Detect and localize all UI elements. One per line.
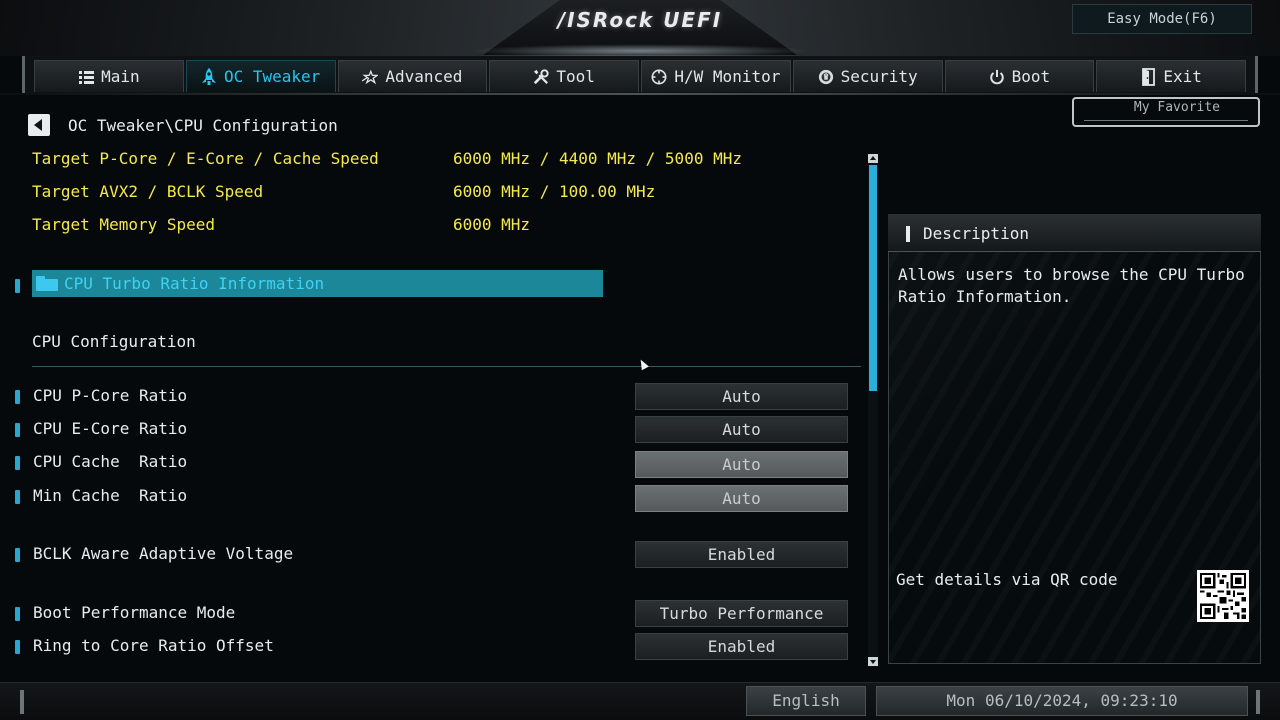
breadcrumb: OC Tweaker\CPU Configuration (68, 116, 338, 135)
folder-icon (36, 276, 58, 291)
my-favorite-button[interactable]: My Favorite (1072, 97, 1260, 127)
cpu-e-core-ratio-select[interactable]: Auto (635, 416, 848, 443)
cpu-p-core-ratio-select[interactable]: Auto (635, 383, 848, 410)
description-title: Description (923, 224, 1029, 243)
qr-code-icon (1197, 570, 1249, 622)
star-icon (362, 69, 379, 85)
tab-oc-tweaker[interactable]: OC Tweaker (185, 60, 336, 92)
qr-label: Get details via QR code (896, 570, 1118, 589)
ring-to-core-ratio-offset-select[interactable]: Enabled (635, 633, 848, 660)
tab-boot-label: Boot (1011, 67, 1051, 86)
cpu-turbo-ratio-info-label: CPU Turbo Ratio Information (64, 274, 325, 293)
description-marker-icon (906, 226, 910, 242)
cpu-cache-ratio-select[interactable]: Auto (635, 451, 848, 478)
item-marker (15, 279, 20, 293)
setting-label: Min Cache Ratio (33, 486, 188, 505)
tab-main[interactable]: Main (34, 60, 184, 92)
tab-main-label: Main (101, 67, 140, 86)
scroll-down-arrow-icon[interactable] (868, 657, 878, 666)
setting-label: BCLK Aware Adaptive Voltage (33, 544, 294, 563)
item-marker (15, 548, 20, 562)
target-avx2-bclk-label: Target AVX2 / BCLK Speed (32, 182, 264, 201)
tab-advanced[interactable]: Advanced (337, 60, 488, 92)
tab-advanced-label: Advanced (385, 67, 463, 86)
tab-security[interactable]: Security (792, 60, 943, 92)
back-button[interactable] (28, 114, 50, 136)
tab-hw-monitor[interactable]: H/W Monitor (641, 60, 791, 92)
description-text: Allows users to browse the CPU Turbo Rat… (898, 265, 1245, 306)
footer-edge-left (20, 690, 24, 714)
tab-tool-label: Tool (556, 67, 595, 86)
target-memory-speed-value: 6000 MHz (453, 215, 531, 234)
nav-divider (0, 93, 1280, 95)
tab-boot[interactable]: Boot (944, 60, 1095, 92)
footer-edge-right (1256, 690, 1260, 714)
target-avx2-bclk-value: 6000 MHz / 100.00 MHz (453, 182, 656, 201)
item-marker (15, 423, 20, 437)
setting-label: CPU Cache Ratio (33, 452, 188, 471)
section-title: CPU Configuration (32, 332, 196, 351)
target-core-speed-value: 6000 MHz / 4400 MHz / 5000 MHz (453, 149, 742, 168)
power-icon (989, 69, 1005, 85)
shield-icon (818, 69, 834, 85)
language-button[interactable]: English (746, 686, 866, 716)
tab-oc-tweaker-label: OC Tweaker (223, 67, 321, 86)
boot-performance-mode-select[interactable]: Turbo Performance (635, 600, 848, 627)
target-core-speed-label: Target P-Core / E-Core / Cache Speed (32, 149, 379, 168)
target-memory-speed-label: Target Memory Speed (32, 215, 216, 234)
min-cache-ratio-select[interactable]: Auto (635, 485, 848, 512)
item-marker (15, 490, 20, 504)
cpu-turbo-ratio-info-item[interactable]: CPU Turbo Ratio Information (32, 270, 603, 297)
back-arrow-icon (34, 119, 42, 131)
datetime-display: Mon 06/10/2024, 09:23:10 (876, 686, 1248, 716)
scrollbar-thumb[interactable] (869, 165, 877, 391)
bclk-aware-adaptive-voltage-select[interactable]: Enabled (635, 541, 848, 568)
section-divider (32, 366, 861, 367)
tab-security-label: Security (840, 67, 918, 86)
mouse-pointer-icon (637, 357, 649, 371)
scroll-up-arrow-icon[interactable] (868, 154, 878, 163)
tab-hw-monitor-label: H/W Monitor (674, 67, 781, 86)
monitor-icon (651, 69, 667, 85)
setting-label: Ring to Core Ratio Offset (33, 636, 274, 655)
exit-icon (1140, 67, 1156, 86)
tab-exit-label: Exit (1163, 67, 1202, 86)
description-header: Description (888, 214, 1261, 252)
setting-label: Boot Performance Mode (33, 603, 236, 622)
item-marker (15, 640, 20, 654)
setting-label: CPU P-Core Ratio (33, 386, 188, 405)
easy-mode-button[interactable]: Easy Mode(F6) (1072, 4, 1252, 34)
item-marker (15, 607, 20, 621)
list-icon (78, 69, 94, 85)
tab-exit[interactable]: Exit (1096, 60, 1246, 92)
tab-tool[interactable]: Tool (489, 60, 639, 92)
wrench-icon (533, 68, 550, 85)
item-marker (15, 390, 20, 404)
rocket-icon (201, 67, 217, 85)
main-nav: Main OC Tweaker Advanced Tool H/W Monito… (22, 56, 1258, 94)
item-marker (15, 456, 20, 470)
setting-label: CPU E-Core Ratio (33, 419, 188, 438)
